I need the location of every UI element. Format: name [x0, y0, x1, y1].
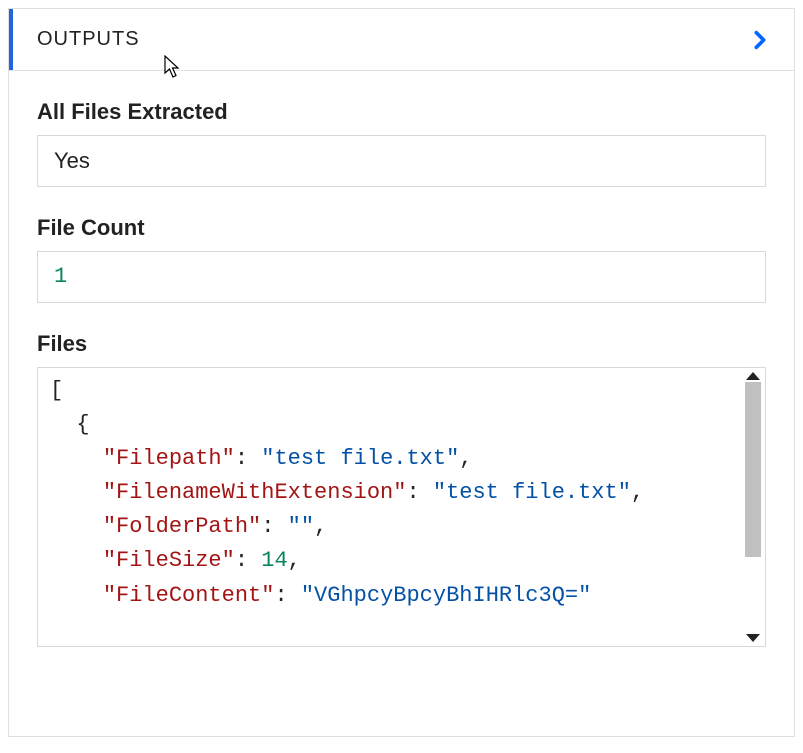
json-key-filepath: "Filepath" [103, 446, 235, 471]
outputs-panel: OUTPUTS All Files Extracted Yes File Cou… [8, 8, 795, 737]
header-left: OUTPUTS [9, 9, 140, 70]
json-key-filesize: "FileSize" [103, 548, 235, 573]
json-indent [50, 548, 103, 573]
value-file-count[interactable]: 1 [37, 251, 766, 303]
json-indent [50, 480, 103, 505]
json-comma: , [288, 548, 301, 573]
field-all-files-extracted: All Files Extracted Yes [37, 99, 766, 187]
json-scrollbar[interactable] [743, 370, 763, 644]
scrollbar-thumb[interactable] [745, 382, 761, 557]
label-files: Files [37, 331, 766, 357]
label-all-files-extracted: All Files Extracted [37, 99, 766, 125]
json-comma: , [631, 480, 644, 505]
json-colon: : [261, 514, 287, 539]
json-viewer[interactable]: [ { "Filepath": "test file.txt", "Filena… [37, 367, 766, 647]
json-comma: , [459, 446, 472, 471]
chevron-right-icon[interactable] [744, 24, 776, 56]
json-value-filesize: 14 [261, 548, 287, 573]
field-file-count: File Count 1 [37, 215, 766, 303]
json-key-filename: "FilenameWithExtension" [103, 480, 407, 505]
scroll-down-arrow-icon[interactable] [746, 634, 760, 642]
json-open-bracket: [ [50, 378, 63, 403]
json-key-folderpath: "FolderPath" [103, 514, 261, 539]
json-open-brace: { [50, 412, 90, 437]
scroll-up-arrow-icon[interactable] [746, 372, 760, 380]
json-value-filename: "test file.txt" [433, 480, 631, 505]
json-value-filepath: "test file.txt" [261, 446, 459, 471]
json-value-folderpath: "" [288, 514, 314, 539]
json-colon: : [406, 480, 432, 505]
value-all-files-extracted[interactable]: Yes [37, 135, 766, 187]
field-files: Files [ { "Filepath": "test file.txt", "… [37, 331, 766, 647]
panel-content: All Files Extracted Yes File Count 1 Fil… [9, 71, 794, 647]
scrollbar-track[interactable] [745, 382, 761, 632]
panel-header: OUTPUTS [9, 9, 794, 71]
json-colon: : [235, 446, 261, 471]
json-colon: : [235, 548, 261, 573]
json-comma: , [314, 514, 327, 539]
json-indent [50, 446, 103, 471]
json-colon: : [274, 583, 300, 608]
json-key-filecontent: "FileContent" [103, 583, 275, 608]
label-file-count: File Count [37, 215, 766, 241]
panel-title: OUTPUTS [13, 28, 140, 51]
json-indent [50, 583, 103, 608]
json-value-filecontent: "VGhpcyBpcyBhIHRlc3Q=" [301, 583, 591, 608]
json-indent [50, 514, 103, 539]
